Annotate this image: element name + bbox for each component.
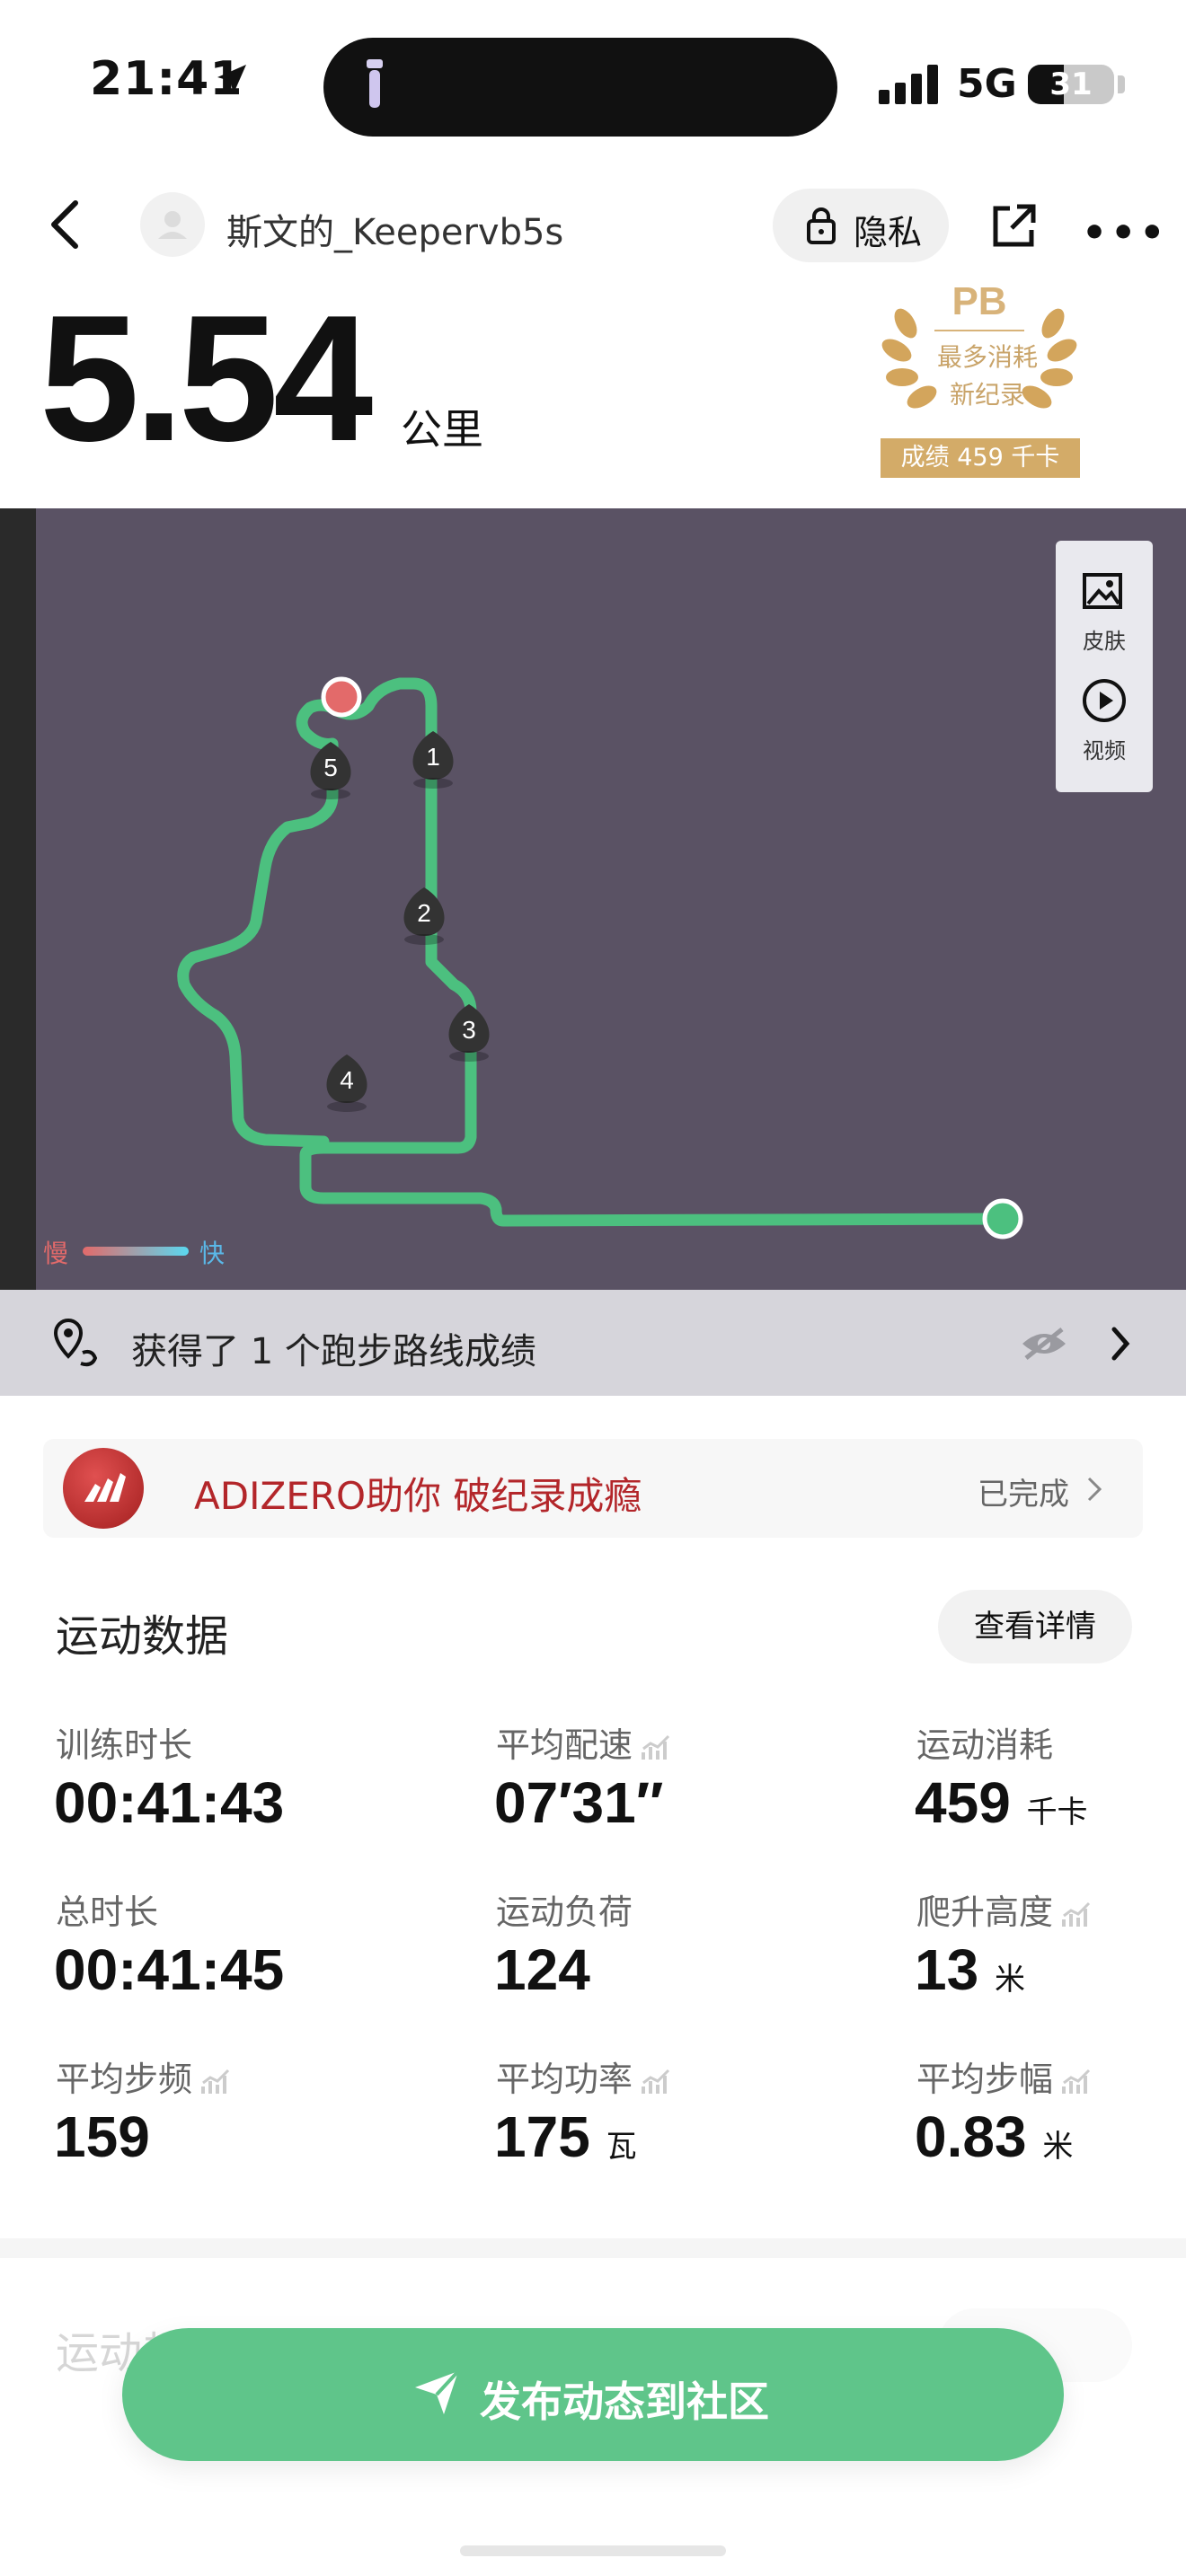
trend-chart-icon	[1062, 2069, 1091, 2094]
trend-chart-icon	[642, 2069, 670, 2094]
route-map[interactable]: 1 2 3 4 5 皮肤 视频 慢 快	[0, 508, 1186, 1290]
send-icon	[415, 2369, 460, 2414]
legend-fast: 快	[199, 1239, 226, 1268]
back-chevron-icon[interactable]	[47, 199, 83, 250]
trend-chart-icon	[1062, 1901, 1091, 1927]
signal-icon	[879, 65, 938, 104]
view-details-button[interactable]: 查看详情	[938, 1590, 1132, 1663]
pb-line2: 新纪录	[949, 380, 1025, 410]
legend-slow: 慢	[43, 1239, 69, 1268]
pb-title: PB	[951, 287, 1006, 323]
stat-label: 运动负荷	[496, 1892, 633, 1932]
km-marker-2: 2	[403, 887, 445, 945]
pb-score: 成绩 459 千卡	[881, 438, 1080, 478]
home-indicator	[460, 2545, 726, 2556]
trend-chart-icon	[201, 2069, 230, 2094]
stat-value: 13 米	[915, 1937, 1025, 2002]
route-start-marker	[982, 1198, 1023, 1239]
map-tools-panel: 皮肤 视频	[1056, 541, 1153, 792]
lock-icon	[807, 207, 836, 244]
dynamic-island	[323, 38, 837, 137]
publish-to-community-button[interactable]: 发布动态到社区	[122, 2328, 1064, 2461]
adizero-promo-card[interactable]: ADIZERO助你 破纪录成瘾 已完成	[43, 1439, 1143, 1538]
eye-off-icon[interactable]	[1019, 1326, 1069, 1362]
network-type: 5G	[957, 61, 1017, 107]
svg-text:5: 5	[323, 754, 338, 781]
stat-value: 0.83 米	[915, 2104, 1074, 2169]
stat-label: 平均配速	[496, 1717, 674, 1767]
privacy-label: 隐私	[854, 213, 923, 252]
pace-legend-bar	[83, 1247, 189, 1256]
km-marker-4: 4	[326, 1054, 367, 1112]
stat-value: 00:41:43	[54, 1770, 285, 1835]
km-marker-5: 5	[310, 742, 351, 799]
stat-label: 平均步频	[56, 2051, 234, 2101]
battery-nub	[1118, 75, 1125, 93]
km-marker-1: 1	[412, 731, 454, 789]
user-placeholder-icon	[158, 211, 187, 239]
battery-icon: 31	[1028, 65, 1114, 104]
svg-text:1: 1	[426, 743, 440, 771]
stat-value: 00:41:45	[54, 1937, 285, 2002]
promo-status: 已完成	[978, 1477, 1069, 1513]
battery-level: 31	[1049, 66, 1093, 102]
stat-label: 平均功率	[496, 2051, 674, 2101]
skin-label[interactable]: 皮肤	[1056, 623, 1153, 655]
avatar[interactable]	[140, 192, 205, 257]
route-pin-icon	[53, 1318, 98, 1367]
section-title: 运动数据	[56, 1611, 229, 1662]
chevron-right-icon[interactable]	[1109, 1326, 1132, 1362]
image-icon[interactable]	[1081, 568, 1128, 614]
location-arrow-icon	[217, 65, 246, 93]
promo-text: ADIZERO助你 破纪录成瘾	[194, 1474, 642, 1518]
stat-value: 124	[494, 1937, 590, 2002]
stat-value: 159	[54, 2104, 150, 2169]
route-achievement-banner[interactable]: 获得了 1 个跑步路线成绩	[0, 1290, 1186, 1396]
stat-label: 总时长	[56, 1892, 159, 1932]
adidas-logo-icon	[63, 1448, 144, 1529]
stat-label: 爬升高度	[916, 1884, 1094, 1934]
svg-text:4: 4	[340, 1066, 354, 1094]
username[interactable]: 斯文的_Keepervb5s	[226, 203, 563, 255]
route-path	[177, 677, 1009, 1227]
svg-text:2: 2	[417, 899, 431, 927]
publish-label: 发布动态到社区	[480, 2378, 769, 2426]
stat-label: 运动消耗	[916, 1725, 1054, 1765]
more-options-icon[interactable]: •••	[1082, 210, 1168, 256]
route-achievement-text: 获得了 1 个跑步路线成绩	[131, 1331, 536, 1372]
flashlight-icon	[367, 59, 383, 108]
stat-label: 平均步幅	[916, 2051, 1094, 2101]
chevron-right-icon	[1087, 1477, 1102, 1502]
stat-label: 训练时长	[56, 1725, 193, 1765]
route-end-marker	[321, 676, 362, 718]
share-icon[interactable]	[988, 201, 1039, 251]
route-layer: 1 2 3 4 5	[177, 676, 1023, 1239]
stat-value: 07′31″	[494, 1770, 664, 1835]
section-divider	[0, 2238, 1186, 2258]
trend-chart-icon	[642, 1734, 670, 1760]
play-icon[interactable]	[1081, 677, 1128, 724]
video-label[interactable]: 视频	[1056, 733, 1153, 764]
stat-value: 459 千卡	[915, 1770, 1088, 1835]
pb-line1: 最多消耗	[936, 342, 1038, 372]
svg-text:3: 3	[462, 1016, 476, 1044]
stat-value: 175 瓦	[494, 2104, 637, 2169]
distance-value: 5.54	[40, 278, 373, 479]
km-marker-3: 3	[448, 1004, 490, 1062]
privacy-button[interactable]: 隐私	[773, 189, 949, 262]
distance-unit: 公里	[401, 405, 483, 454]
